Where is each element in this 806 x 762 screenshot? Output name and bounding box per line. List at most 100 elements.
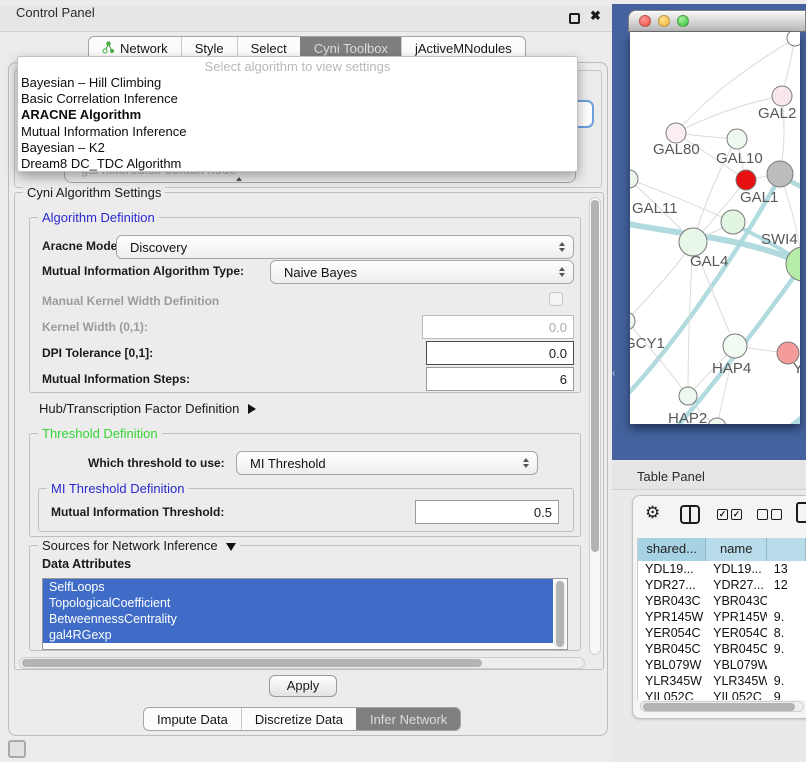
algorithm-option-bayesian-hill-climbing[interactable]: Bayesian – Hill Climbing [18,75,577,91]
panel-corner-icon[interactable] [8,740,26,758]
table-cell[interactable]: YDL19... [706,561,767,577]
partial-toolbar-icon[interactable] [796,502,806,523]
network-node[interactable] [772,86,792,106]
network-node[interactable] [727,129,747,149]
network-node[interactable] [630,312,635,330]
panel-resize-handle[interactable]: ‹ [612,368,615,379]
table-row[interactable]: YBR043CYBR043C [638,593,806,609]
network-node[interactable] [723,334,747,358]
sources-group-title[interactable]: Sources for Network Inference [38,538,240,553]
aracne-mode-combo[interactable]: Discovery [116,235,574,259]
network-view-canvas[interactable]: GAL2GAL80GAL10GAL1GAL11SWI4GAL4GCY1HAP4Y… [630,32,800,424]
network-window-titlebar[interactable] [628,10,806,32]
mi-algorithm-type-combo[interactable]: Naive Bayes [270,260,574,284]
settings-vertical-scrollbar[interactable] [589,197,601,655]
column-header-2[interactable] [767,538,806,561]
network-node[interactable] [630,170,638,188]
table-row[interactable]: YBL079WYBL079W [638,657,806,673]
window-minimize-icon[interactable] [658,15,670,27]
network-node[interactable] [708,418,726,424]
apply-button[interactable]: Apply [269,675,337,697]
table-horizontal-scrollbar[interactable] [640,701,804,712]
table-cell[interactable]: 9. [767,673,806,689]
algorithm-option-bayesian-k2[interactable]: Bayesian – K2 [18,140,577,156]
table-row[interactable]: YDR27...YDR27...12 [638,577,806,593]
attribute-item-gal4rgexp[interactable]: gal4RGexp [43,627,553,643]
column-browser-icon[interactable] [680,505,700,524]
close-icon[interactable]: ✖ [590,8,601,24]
bottom-tab-impute-data[interactable]: Impute Data [144,708,241,730]
hub-definition-toggle[interactable]: Hub/Transcription Factor Definition [39,401,256,416]
table-cell[interactable]: YBR045C [706,641,767,657]
table-cell[interactable]: YDL19... [638,561,706,577]
table-cell[interactable]: YIL052C [706,689,767,700]
table-horizontal-scrollbar-thumb[interactable] [643,703,795,711]
table-cell[interactable]: 9 [767,689,806,700]
attribute-item-betweennesscentrality[interactable]: BetweennessCentrality [43,611,553,627]
window-close-icon[interactable] [639,15,651,27]
manual-kernel-width-checkbox[interactable] [549,292,563,306]
table-cell[interactable]: YBR043C [638,593,706,609]
table-cell[interactable]: 13 [767,561,806,577]
table-cell[interactable]: YER054C [706,625,767,641]
gear-icon[interactable]: ⚙ [645,503,660,523]
table-cell[interactable]: YLR345W [638,673,706,689]
algorithm-option-dream8-dc-tdc-algorithm[interactable]: Dream8 DC_TDC Algorithm [18,156,577,172]
attributes-scrollbar-thumb[interactable] [556,581,564,647]
settings-horizontal-scrollbar-thumb[interactable] [22,659,482,667]
bottom-tab-infer-network[interactable]: Infer Network [356,708,460,730]
table-cell[interactable]: YBL079W [638,657,706,673]
algorithm-option-basic-correlation-inference[interactable]: Basic Correlation Inference [18,91,577,107]
network-node[interactable] [787,32,800,46]
kernel-width-field[interactable]: 0.0 [422,315,574,339]
mi-steps-field[interactable]: 6 [426,367,574,391]
table-cell[interactable]: YPR145W [706,609,767,625]
table-cell[interactable]: 9. [767,609,806,625]
attribute-item-selfloops[interactable]: SelfLoops [43,579,553,595]
deselect-all-icon[interactable] [757,509,782,520]
mi-threshold-field[interactable]: 0.5 [415,500,559,524]
table-cell[interactable]: YIL052C [638,689,706,700]
network-node[interactable] [679,228,707,256]
table-cell[interactable]: YLR345W [706,673,767,689]
table-cell[interactable] [767,593,806,609]
table-row[interactable]: YBR045CYBR045C9. [638,641,806,657]
table-cell[interactable]: YBL079W [706,657,767,673]
table-cell[interactable]: YBR045C [638,641,706,657]
attributes-scrollbar[interactable] [554,580,566,649]
select-all-icon[interactable]: ✓ ✓ [717,509,742,520]
table-cell[interactable]: 9. [767,641,806,657]
table-row[interactable]: YIL052CYIL052C9 [638,689,806,700]
table-row[interactable]: YPR145WYPR145W9. [638,609,806,625]
dpi-tolerance-field[interactable]: 0.0 [426,341,574,365]
network-node[interactable] [666,123,686,143]
network-node[interactable] [736,170,756,190]
table-row[interactable]: YER054CYER054C8. [638,625,806,641]
table-cell[interactable]: YPR145W [638,609,706,625]
settings-vertical-scrollbar-thumb[interactable] [591,200,599,552]
bottom-tabbar: Impute DataDiscretize DataInfer Network [143,707,461,731]
window-zoom-icon[interactable] [677,15,689,27]
table-cell[interactable]: 8. [767,625,806,641]
table-cell[interactable]: 12 [767,577,806,593]
network-node[interactable] [767,161,793,187]
table-cell[interactable]: YDR27... [706,577,767,593]
algorithm-option-mutual-information-inference[interactable]: Mutual Information Inference [18,124,577,140]
which-threshold-combo[interactable]: MI Threshold [236,451,538,475]
network-node[interactable] [679,387,697,405]
table-row[interactable]: YDL19...YDL19...13 [638,561,806,577]
table-cell[interactable]: YDR27... [638,577,706,593]
attribute-item-topologicalcoefficient[interactable]: TopologicalCoefficient [43,595,553,611]
bottom-tab-discretize-data[interactable]: Discretize Data [241,708,356,730]
network-graph: GAL2GAL80GAL10GAL1GAL11SWI4GAL4GCY1HAP4Y… [630,32,800,424]
column-header-shared[interactable]: shared... [638,538,706,561]
float-window-icon[interactable] [569,13,580,24]
column-header-name[interactable]: name [706,538,767,561]
algorithm-option-aracne-algorithm[interactable]: ARACNE Algorithm [18,107,577,123]
settings-horizontal-scrollbar[interactable] [19,657,585,669]
table-cell[interactable]: YER054C [638,625,706,641]
network-node[interactable] [721,210,745,234]
table-row[interactable]: YLR345WYLR345W9. [638,673,806,689]
table-cell[interactable] [767,657,806,673]
table-cell[interactable]: YBR043C [706,593,767,609]
